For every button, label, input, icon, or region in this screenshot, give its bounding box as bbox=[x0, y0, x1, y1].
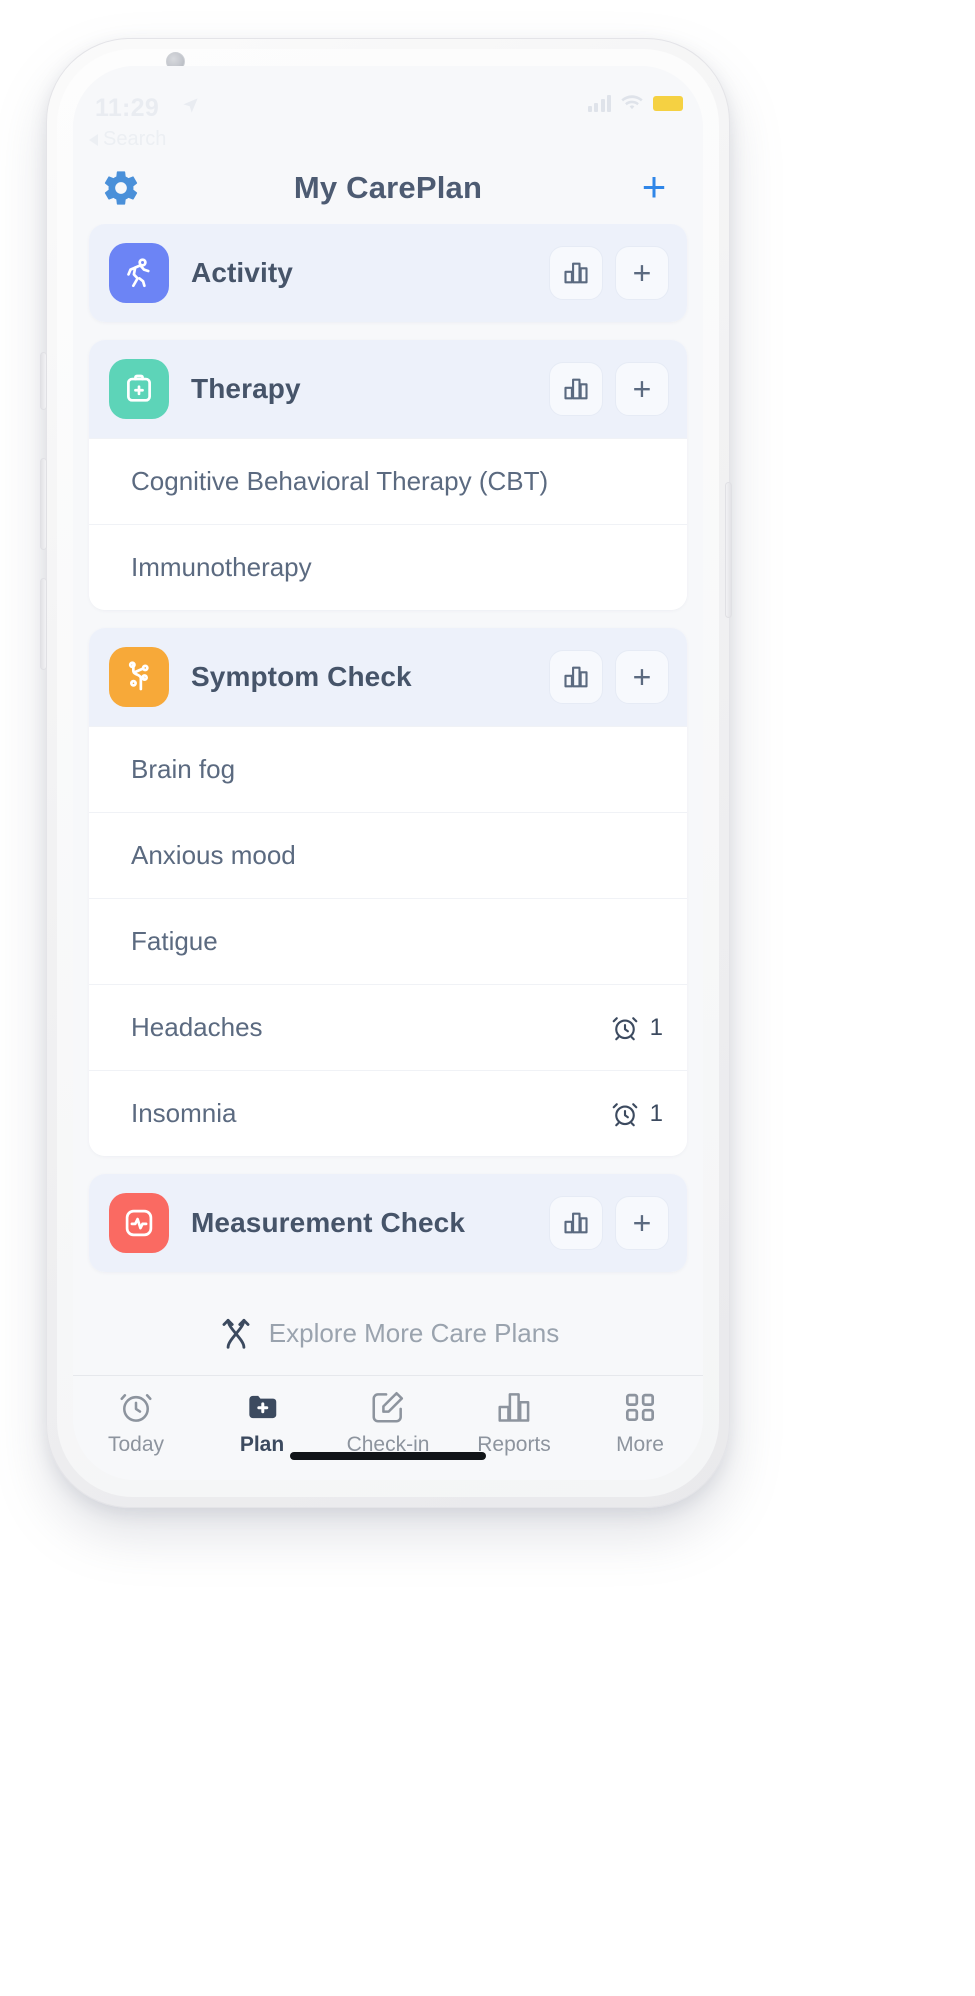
explore-more-care-plans-button[interactable]: Explore More Care Plans bbox=[73, 1300, 703, 1372]
section-title: Symptom Check bbox=[191, 661, 412, 692]
list-item-label: Immunotherapy bbox=[131, 551, 312, 582]
section-header[interactable]: Therapy + bbox=[89, 340, 687, 438]
bar-chart-icon bbox=[498, 1393, 530, 1422]
tab-check-in[interactable]: Check-in bbox=[325, 1388, 451, 1457]
measurement-monitor-icon bbox=[109, 1193, 169, 1253]
section-header[interactable]: Measurement Check + bbox=[89, 1174, 687, 1272]
list-item-label: Headaches bbox=[131, 1011, 263, 1042]
list-item[interactable]: Headaches 1 bbox=[89, 984, 687, 1070]
home-indicator bbox=[290, 1452, 486, 1460]
section-card-symptom-check: Symptom Check + Brain fog Anxious mood F… bbox=[89, 628, 687, 1156]
clipboard-plus-icon bbox=[109, 359, 169, 419]
volume-down-button[interactable] bbox=[40, 578, 47, 670]
grid-dots-icon bbox=[625, 1393, 655, 1422]
list-item-label: Cognitive Behavioral Therapy (CBT) bbox=[131, 465, 549, 496]
status-indicators bbox=[587, 94, 683, 112]
location-arrow-icon bbox=[183, 98, 198, 113]
list-item[interactable]: Insomnia 1 bbox=[89, 1070, 687, 1156]
cellular-signal-icon bbox=[587, 94, 611, 112]
tab-plan[interactable]: Plan bbox=[199, 1388, 325, 1457]
screenshot-root: 11:29 Search My CarePlan + Activity + Th… bbox=[0, 0, 975, 1996]
section-add-button[interactable]: + bbox=[615, 362, 669, 416]
reminder-badge: 1 bbox=[610, 1013, 663, 1043]
reminder-badge: 1 bbox=[610, 1099, 663, 1129]
alarm-clock-icon bbox=[612, 1016, 637, 1040]
battery-icon bbox=[653, 95, 683, 111]
bar-chart-icon bbox=[564, 262, 588, 284]
bar-chart-icon bbox=[564, 666, 588, 688]
wifi-icon bbox=[621, 95, 643, 110]
list-item-label: Fatigue bbox=[131, 925, 218, 956]
section-title: Therapy bbox=[191, 373, 301, 404]
tab-label: More bbox=[616, 1433, 664, 1456]
section-header[interactable]: Activity + bbox=[89, 224, 687, 322]
list-item[interactable]: Cognitive Behavioral Therapy (CBT) bbox=[89, 438, 687, 524]
alarm-clock-icon bbox=[120, 1394, 152, 1422]
section-chart-button[interactable] bbox=[549, 1196, 603, 1250]
folder-plus-icon bbox=[249, 1395, 277, 1419]
phone-screen: 11:29 Search My CarePlan + Activity + Th… bbox=[73, 66, 703, 1480]
list-item-label: Anxious mood bbox=[131, 839, 296, 870]
section-card-activity: Activity + bbox=[89, 224, 687, 322]
section-chart-button[interactable] bbox=[549, 246, 603, 300]
list-item[interactable]: Immunotherapy bbox=[89, 524, 687, 610]
explore-label: Explore More Care Plans bbox=[268, 1317, 560, 1348]
pencil-square-icon bbox=[372, 1391, 404, 1423]
section-card-therapy: Therapy + Cognitive Behavioral Therapy (… bbox=[89, 340, 687, 610]
gear-icon bbox=[104, 171, 138, 205]
list-item[interactable]: Brain fog bbox=[89, 726, 687, 812]
tab-reports[interactable]: Reports bbox=[451, 1388, 577, 1457]
power-button[interactable] bbox=[725, 482, 732, 618]
careplan-list[interactable]: Activity + Therapy + Cognitive Behaviora… bbox=[73, 224, 703, 1375]
crossed-arrows-icon bbox=[222, 1318, 250, 1349]
list-item[interactable]: Anxious mood bbox=[89, 812, 687, 898]
bar-chart-icon bbox=[564, 1212, 588, 1234]
tab-label: Plan bbox=[239, 1433, 285, 1456]
status-bar: 11:29 Search bbox=[73, 66, 703, 152]
silent-switch[interactable] bbox=[40, 352, 47, 410]
tab-more[interactable]: More bbox=[577, 1388, 703, 1457]
section-card-measurement-check: Measurement Check + bbox=[89, 1174, 687, 1272]
tab-label: Reports bbox=[477, 1433, 551, 1456]
section-chart-button[interactable] bbox=[549, 650, 603, 704]
bar-chart-icon bbox=[564, 378, 588, 400]
nav-header: My CarePlan + bbox=[73, 152, 703, 224]
list-item-label: Brain fog bbox=[131, 753, 236, 784]
list-item[interactable]: Fatigue bbox=[89, 898, 687, 984]
alarm-clock-icon bbox=[612, 1102, 637, 1126]
settings-button[interactable] bbox=[99, 166, 143, 210]
list-item-label: Insomnia bbox=[131, 1097, 237, 1128]
back-label: Search bbox=[103, 128, 167, 150]
section-add-button[interactable]: + bbox=[615, 1196, 669, 1250]
tab-today[interactable]: Today bbox=[73, 1388, 199, 1457]
back-triangle-icon bbox=[89, 133, 98, 146]
tab-label: Today bbox=[107, 1433, 165, 1456]
bottom-tab-bar: Today Plan Check-in Reports More bbox=[73, 1375, 703, 1480]
reminder-count: 1 bbox=[649, 1013, 663, 1041]
section-add-button[interactable]: + bbox=[615, 246, 669, 300]
reminder-count: 1 bbox=[649, 1099, 663, 1127]
section-title: Measurement Check bbox=[191, 1207, 466, 1238]
section-title: Activity bbox=[191, 257, 293, 288]
section-chart-button[interactable] bbox=[549, 362, 603, 416]
volume-up-button[interactable] bbox=[40, 458, 47, 550]
page-title: My CarePlan bbox=[293, 170, 483, 205]
section-add-button[interactable]: + bbox=[615, 650, 669, 704]
add-careplan-button[interactable]: + bbox=[631, 164, 677, 210]
symptom-molecule-icon bbox=[109, 647, 169, 707]
section-header[interactable]: Symptom Check + bbox=[89, 628, 687, 726]
status-time: 11:29 bbox=[95, 94, 160, 122]
back-to-search-link[interactable]: Search bbox=[89, 128, 166, 151]
running-person-icon bbox=[109, 243, 169, 303]
